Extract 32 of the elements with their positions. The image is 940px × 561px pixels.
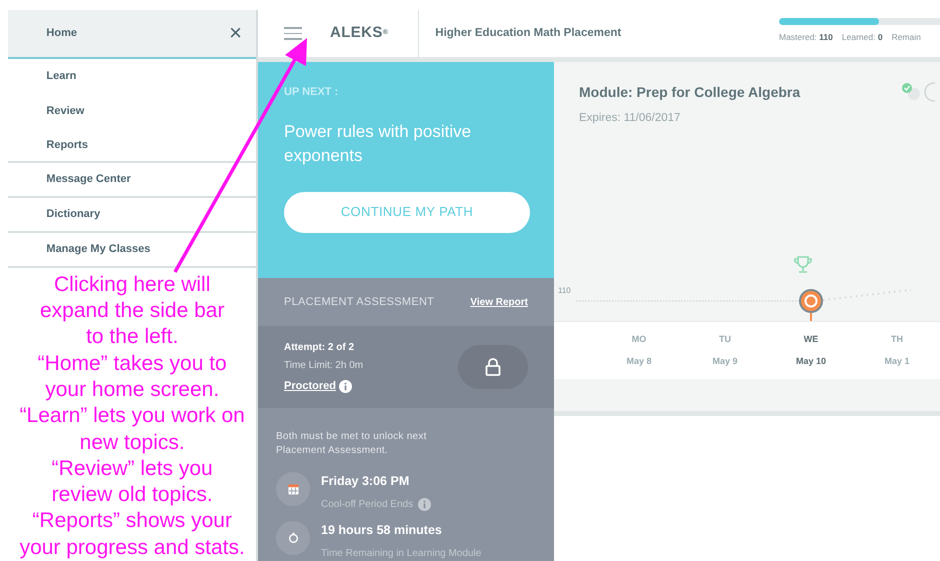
up-next-label: UP NEXT : <box>284 85 340 100</box>
axis-label: 110 <box>558 285 571 297</box>
view-report-link[interactable]: View Report <box>470 294 528 310</box>
attempt-text: Attempt: 2 of 2 <box>284 340 355 355</box>
placement-heading: PLACEMENT ASSESSMENT <box>284 294 434 310</box>
info-icon <box>418 498 432 511</box>
time-limit-text: Time Limit: 2h 0m <box>284 358 364 373</box>
close-button[interactable]: × <box>229 22 242 44</box>
progress-stat: Mastered: 110 <box>779 30 833 44</box>
avatar-badge-icon <box>901 82 935 104</box>
unlock-note: Both must be met to unlock next Placement Assessment. <box>275 430 428 458</box>
proctored-link[interactable]: Proctored <box>284 378 336 394</box>
sidebar-item[interactable]: Home × <box>8 10 256 59</box>
annotation-text: Clicking here will expand the side bar to the left. “Home” takes you to your home screen. “Learn” lets you work on new topics. “Review” lets you review old topics. “Reports” shows your your progress and stats. <box>18 272 246 561</box>
lock-icon <box>485 358 501 376</box>
progress-stat: Remain <box>892 30 921 44</box>
condition-title: 19 hours 58 minutes <box>321 522 443 539</box>
course-title: Higher Education Math Placement <box>435 26 622 41</box>
condition-subtitle: Time Remaining in Learning Module <box>321 546 482 560</box>
module-title: Module: Prep for College Algebra <box>579 83 800 102</box>
info-icon <box>338 380 352 392</box>
calendar-icon <box>276 472 310 506</box>
day-column[interactable]: WE May 10 <box>768 322 854 379</box>
timer-icon <box>276 520 310 555</box>
lock-button[interactable] <box>458 345 528 389</box>
topic-title: Power rules with positive exponents <box>284 120 472 166</box>
menu-icon[interactable] <box>284 27 302 40</box>
logo: ALEKS$^{®}$ <box>330 23 388 44</box>
progress-stat: Learned: 0 <box>842 30 883 44</box>
expires-text: Expires: 11/06/2017 <box>579 111 682 126</box>
condition-title: Friday 3:06 PM <box>321 473 410 490</box>
condition-subtitle: Cool-off Period Ends <box>321 498 414 512</box>
